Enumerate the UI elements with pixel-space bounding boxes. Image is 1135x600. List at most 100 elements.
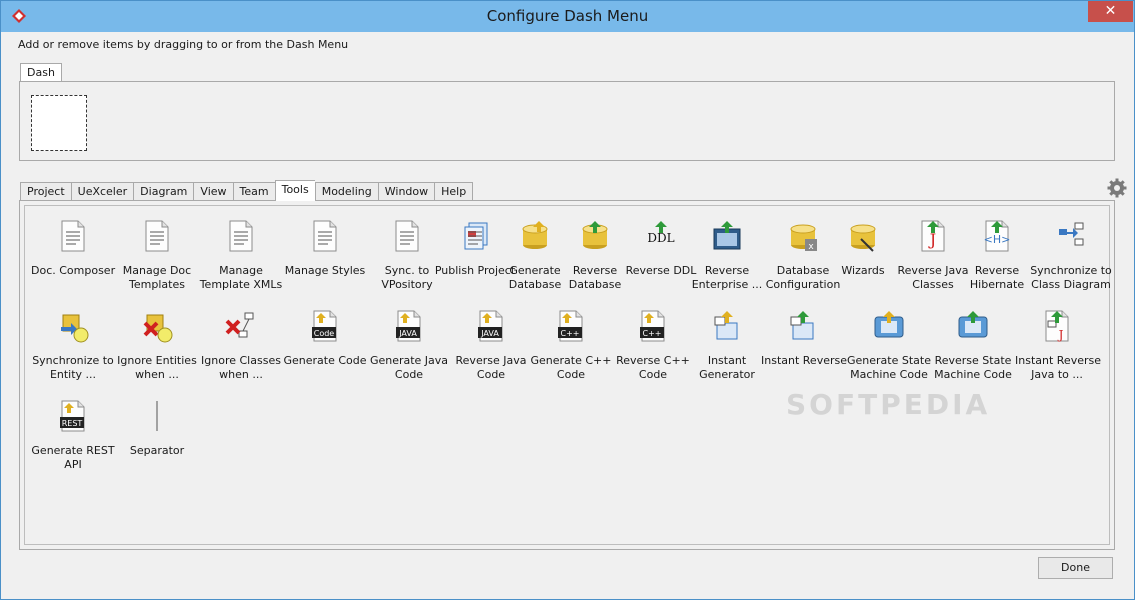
close-button[interactable]: ✕ [1088,1,1133,22]
tool-item-java-reverse[interactable]: JAVA Reverse Java Code [449,309,533,382]
document-icon [61,220,85,252]
tool-item-instant-reverse-java[interactable]: J Instant Reverse Java to ... [1015,309,1101,382]
instant-reverse-icon [790,311,814,340]
tool-item-label: Doc. Composer [31,264,116,277]
tool-item-label-line2: Code [638,368,668,381]
window-title: Configure Dash Menu [486,7,649,25]
svg-text:J: J [1057,328,1064,342]
tab-project[interactable]: Project [20,182,71,201]
database-reverse-icon [582,221,608,249]
tool-item-label-line2: when ... [135,368,179,381]
tool-item-ignore-entities[interactable]: Ignore Entities when ... [115,309,199,382]
tab-dash[interactable]: Dash [20,63,62,82]
sync-entity-icon [61,314,89,343]
tool-item-label-line2: Database [568,278,622,291]
tool-item-rest[interactable]: REST Generate REST API [31,399,115,472]
ignore-entities-icon [143,314,173,343]
tool-item-label-line2: Class Diagram [1031,278,1111,291]
tab-diagram[interactable]: Diagram [133,182,194,201]
tool-item-hibernate[interactable]: <H> Reverse Hibernate [955,219,1039,292]
tool-item-label-line2: Code [394,368,424,381]
tab-uexceler[interactable]: UeXceler [70,182,134,201]
tool-item-separator[interactable]: Separator [115,399,199,458]
tool-item-label: Separator [129,444,185,457]
tool-item-sync-diagram[interactable]: Synchronize to Class Diagram [1029,219,1113,292]
tool-item-label-line2: VPository [381,278,433,291]
tool-item-label-line2: Configuration [765,278,841,291]
tool-item-label: Synchronize to [32,354,114,367]
tool-item-label-line2: Enterprise ... [691,278,763,291]
tool-item-label: Manage [219,264,263,277]
java-icon: J [921,220,945,252]
tool-item-label: Reverse Java [455,354,527,367]
tool-item-label-line2: Machine Code [850,368,928,381]
dash-drop-slot[interactable] [31,95,87,151]
tool-item-label: Instant Reverse [1015,354,1101,367]
tool-item-document[interactable]: Manage Template XMLs [199,219,283,292]
separator-icon [156,401,158,431]
tool-item-state-machine-reverse[interactable]: Reverse State Machine Code [931,309,1015,382]
rest-icon: REST [60,400,85,432]
ddl-icon: DDL [647,221,675,245]
tab-view[interactable]: View [193,182,233,201]
tool-item-label: Ignore Classes [201,354,281,367]
tool-item-label-line2: API [64,458,82,471]
svg-text:REST: REST [62,419,83,428]
tool-item-label-line2: Machine Code [934,368,1012,381]
tool-item-label: Generate REST [31,444,115,457]
tool-item-label: Generate Java [369,354,449,367]
svg-text:<H>: <H> [984,233,1011,246]
tab-window[interactable]: Window [377,182,435,201]
java-code-icon: JAVA [396,310,421,342]
code-icon: Code [312,310,337,342]
tools-panel: Doc. Composer Manage Doc Templates Manage Te… [19,200,1115,550]
dash-menu-panel[interactable] [19,81,1115,161]
svg-text:C++: C++ [561,329,580,338]
tool-item-cpp-code[interactable]: C++ Generate C++ Code [529,309,613,382]
tool-item-document[interactable]: Doc. Composer [31,219,115,278]
tool-item-java-code[interactable]: JAVA Generate Java Code [367,309,451,382]
tool-item-state-machine[interactable]: Generate State Machine Code [847,309,931,382]
tool-item-label: Reverse C++ [616,354,690,367]
dialog-content: Add or remove items by dragging to or fr… [8,32,1127,592]
tool-item-label-line2: Code [476,368,506,381]
document-icon [313,220,337,252]
instant-generator-icon [714,311,738,340]
tool-item-label: Instant Reverse [761,354,847,367]
tool-item-label: Instant [707,354,747,367]
tool-item-sync-entity[interactable]: Synchronize to Entity ... [31,309,115,382]
tab-modeling[interactable]: Modeling [314,182,378,201]
tool-item-document[interactable]: Manage Doc Templates [115,219,199,292]
tool-item-label-line2: Hibernate [969,278,1025,291]
java-reverse-icon: JAVA [478,310,503,342]
sync-diagram-icon [1059,222,1084,246]
tool-item-instant-generator[interactable]: Instant Generator [685,309,769,382]
tool-item-label: Generate Code [283,354,367,367]
tool-item-label-line2: Generator [699,368,755,381]
title-bar[interactable]: Configure Dash Menu ✕ [1,1,1134,32]
tool-item-label-line2: Template XMLs [199,278,283,291]
database-config-icon: x [790,224,817,252]
gear-icon[interactable] [1107,178,1127,198]
instant-reverse-java-icon: J [1045,310,1069,342]
svg-text:DDL: DDL [647,231,674,245]
tool-item-document[interactable]: Manage Styles [283,219,367,278]
done-button[interactable]: Done [1038,557,1113,579]
tool-item-label: Reverse [704,264,750,277]
svg-text:x: x [808,242,814,252]
tab-help[interactable]: Help [434,182,474,201]
tool-item-enterprise[interactable]: Reverse Enterprise ... [685,219,769,292]
tab-tools[interactable]: Tools [274,180,315,201]
tool-item-label: Reverse State [934,354,1012,367]
tool-item-code[interactable]: Code Generate Code [283,309,367,368]
instruction-text: Add or remove items by dragging to or fr… [18,38,349,51]
document-icon [395,220,419,252]
wizard-icon [850,224,876,252]
tool-item-label: Generate C++ [530,354,612,367]
tool-item-instant-reverse[interactable]: Instant Reverse [761,309,847,368]
tool-item-ignore-classes[interactable]: Ignore Classes when ... [199,309,283,382]
publish-icon [464,222,488,250]
tool-item-cpp-reverse[interactable]: C++ Reverse C++ Code [611,309,695,382]
dialog-window: Configure Dash Menu ✕ Add or remove item… [0,0,1135,600]
tab-team[interactable]: Team [232,182,275,201]
